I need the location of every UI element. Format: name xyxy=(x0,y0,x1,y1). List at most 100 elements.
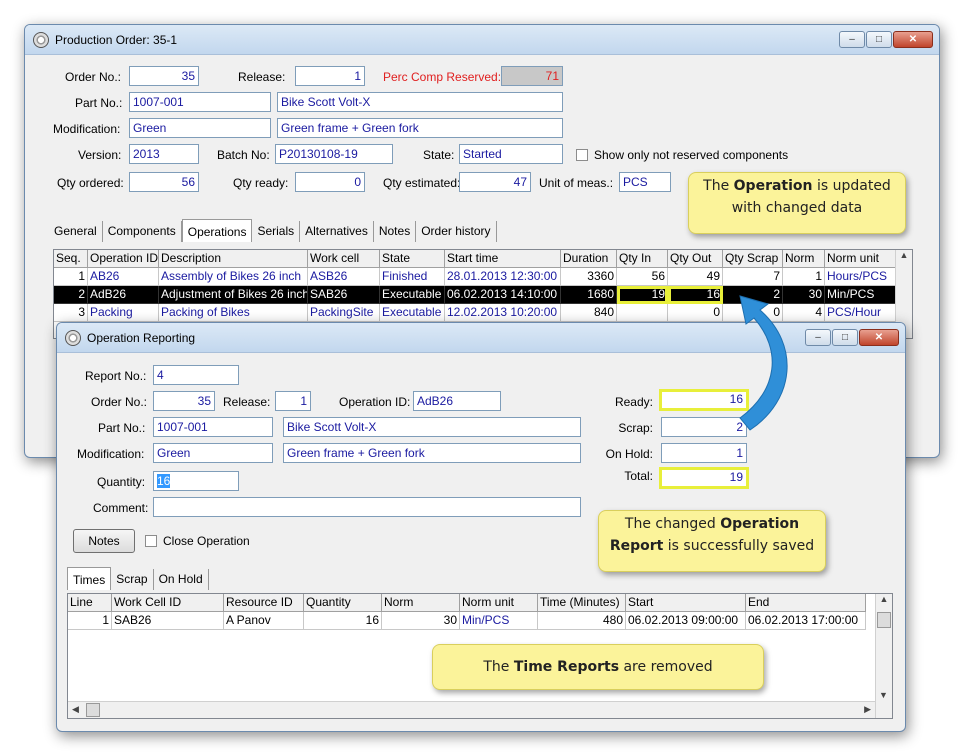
state-label: State: xyxy=(423,148,455,162)
col-work-cell[interactable]: Work cell xyxy=(308,250,380,268)
col-norm-unit[interactable]: Norm unit xyxy=(460,594,538,612)
scroll-left-icon[interactable]: ◀ xyxy=(72,704,79,715)
scroll-up-icon[interactable]: ▲ xyxy=(880,594,889,604)
col-quantity[interactable]: Quantity xyxy=(304,594,382,612)
order-no-field[interactable]: 35 xyxy=(129,66,199,86)
time-reports-grid-header: Line Work Cell ID Resource ID Quantity N… xyxy=(68,594,866,612)
cell-seq: 3 xyxy=(54,304,88,322)
qty-ready-field[interactable]: 0 xyxy=(295,172,365,192)
callout-operation-updated: The Operation is updated with changed da… xyxy=(688,172,906,234)
callout-text: The xyxy=(703,178,734,194)
col-qty-scrap[interactable]: Qty Scrap xyxy=(723,250,783,268)
quantity-label: Quantity: xyxy=(97,475,146,489)
scroll-thumb[interactable] xyxy=(877,612,891,628)
time-reports-hscrollbar[interactable]: ◀ ▶ xyxy=(68,701,875,718)
cell-description: Packing of Bikes xyxy=(159,304,308,322)
col-seq[interactable]: Seq. xyxy=(54,250,88,268)
col-time-minutes[interactable]: Time (Minutes) xyxy=(538,594,626,612)
minimize-button[interactable]: – xyxy=(839,31,865,48)
quantity-field[interactable]: 16 xyxy=(153,471,239,491)
tab-alternatives[interactable]: Alternatives xyxy=(300,221,374,242)
cell-norm-unit: Min/PCS xyxy=(460,612,538,630)
modification-field[interactable]: Green xyxy=(129,118,271,138)
scroll-right-icon[interactable]: ▶ xyxy=(864,704,871,715)
part-no-label: Part No.: xyxy=(75,96,123,110)
callout-bold: Time Reports xyxy=(513,659,620,675)
unit-of-meas-field[interactable]: PCS xyxy=(619,172,671,192)
tab-scrap[interactable]: Scrap xyxy=(111,569,154,590)
cell-seq: 1 xyxy=(54,268,88,286)
total-field[interactable]: 19 xyxy=(659,467,749,489)
qty-estimated-field[interactable]: 47 xyxy=(459,172,531,192)
hscroll-thumb[interactable] xyxy=(86,703,100,717)
col-operation-id[interactable]: Operation ID xyxy=(88,250,159,268)
table-row[interactable]: 1 SAB26 A Panov 16 30 Min/PCS 480 06.02.… xyxy=(68,612,866,630)
col-duration[interactable]: Duration xyxy=(561,250,617,268)
part-no-field[interactable]: 1007-001 xyxy=(153,417,273,437)
maximize-button[interactable]: □ xyxy=(832,329,858,346)
release-field[interactable]: 1 xyxy=(295,66,365,86)
show-not-reserved-checkbox[interactable] xyxy=(576,149,588,161)
col-norm[interactable]: Norm xyxy=(783,250,825,268)
notes-button[interactable]: Notes xyxy=(73,529,135,553)
col-description[interactable]: Description xyxy=(159,250,308,268)
title-bar[interactable]: Production Order: 35-1 – □ ✕ xyxy=(25,25,939,55)
cell-start: 06.02.2013 09:00:00 xyxy=(626,612,746,630)
tab-order-history[interactable]: Order history xyxy=(416,221,497,242)
col-start[interactable]: Start xyxy=(626,594,746,612)
report-no-field[interactable]: 4 xyxy=(153,365,239,385)
modification-desc-field[interactable]: Green frame + Green fork xyxy=(277,118,563,138)
qty-ready-label: Qty ready: xyxy=(233,176,289,190)
operation-id-label: Operation ID: xyxy=(339,395,411,409)
col-norm-unit[interactable]: Norm unit xyxy=(825,250,897,268)
col-qty-out[interactable]: Qty Out xyxy=(668,250,723,268)
tab-operations[interactable]: Operations xyxy=(181,219,253,242)
col-state[interactable]: State xyxy=(380,250,445,268)
version-field[interactable]: 2013 xyxy=(129,144,199,164)
callout-text: is updated xyxy=(812,178,891,194)
maximize-button[interactable]: □ xyxy=(866,31,892,48)
scroll-down-icon[interactable]: ▼ xyxy=(879,690,888,700)
col-resource-id[interactable]: Resource ID xyxy=(224,594,304,612)
col-end[interactable]: End xyxy=(746,594,866,612)
perc-comp-label: Perc Comp Reserved: xyxy=(383,70,502,84)
cell-line: 1 xyxy=(68,612,112,630)
tab-on-hold[interactable]: On Hold xyxy=(153,569,209,590)
tab-times[interactable]: Times xyxy=(67,567,112,590)
comment-field[interactable] xyxy=(153,497,581,517)
total-label: Total: xyxy=(624,469,653,483)
time-reports-vscrollbar[interactable]: ▲ ▼ xyxy=(875,594,892,718)
cell-qty-scrap: 7 xyxy=(723,268,783,286)
modification-label: Modification: xyxy=(53,122,121,136)
col-norm[interactable]: Norm xyxy=(382,594,460,612)
cell-norm: 30 xyxy=(382,612,460,630)
col-qty-in[interactable]: Qty In xyxy=(617,250,668,268)
close-operation-checkbox[interactable] xyxy=(145,535,157,547)
scroll-up-icon[interactable]: ▲ xyxy=(900,250,909,260)
qty-ordered-field[interactable]: 56 xyxy=(129,172,199,192)
release-field[interactable]: 1 xyxy=(275,391,311,411)
tab-general[interactable]: General xyxy=(49,221,103,242)
tab-components[interactable]: Components xyxy=(102,221,182,242)
table-row[interactable]: 1 AB26 Assembly of Bikes 26 inch ASB26 F… xyxy=(54,268,897,286)
col-start-time[interactable]: Start time xyxy=(445,250,561,268)
part-no-field[interactable]: 1007-001 xyxy=(129,92,271,112)
cell-description: Assembly of Bikes 26 inch xyxy=(159,268,308,286)
part-desc-field[interactable]: Bike Scott Volt-X xyxy=(277,92,563,112)
operation-id-field[interactable]: AdB26 xyxy=(413,391,501,411)
modification-field[interactable]: Green xyxy=(153,443,273,463)
close-button[interactable]: ✕ xyxy=(893,31,933,48)
cell-quantity: 16 xyxy=(304,612,382,630)
state-field[interactable]: Started xyxy=(459,144,563,164)
part-desc-field[interactable]: Bike Scott Volt-X xyxy=(283,417,581,437)
batch-no-field[interactable]: P20130108-19 xyxy=(275,144,393,164)
close-button[interactable]: ✕ xyxy=(859,329,899,346)
tab-serials[interactable]: Serials xyxy=(252,221,301,242)
cell-qty-in xyxy=(617,304,668,322)
report-no-label: Report No.: xyxy=(85,369,147,383)
col-line[interactable]: Line xyxy=(68,594,112,612)
order-no-field[interactable]: 35 xyxy=(153,391,215,411)
modification-desc-field[interactable]: Green frame + Green fork xyxy=(283,443,581,463)
tab-notes[interactable]: Notes xyxy=(373,221,417,242)
col-work-cell-id[interactable]: Work Cell ID xyxy=(112,594,224,612)
